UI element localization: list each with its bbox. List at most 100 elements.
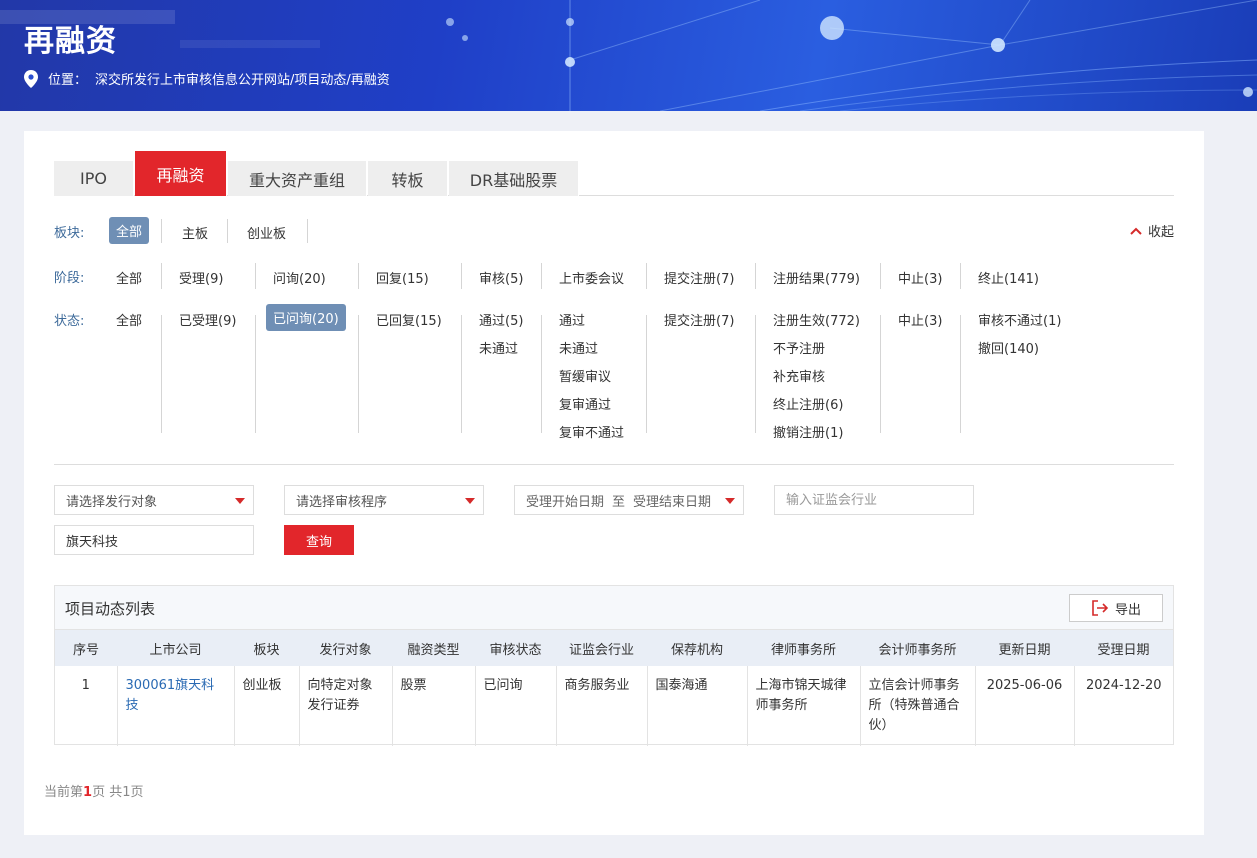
divider: [358, 315, 359, 433]
export-button[interactable]: 导出: [1069, 594, 1163, 622]
tab-refinancing[interactable]: 再融资: [135, 151, 227, 196]
issue-target-select-text: 请选择发行对象: [66, 494, 158, 510]
page-banner: 再融资 位置： 深交所发行上市审核信息公开网站/项目动态/再融资: [0, 0, 1257, 111]
review-procedure-select[interactable]: 请选择审核程序: [284, 485, 484, 515]
page-title: 再融资: [24, 24, 117, 59]
pager-current-page: 1: [83, 785, 93, 800]
date-end: 受理结束日期: [633, 494, 712, 510]
status-option-registration-revoked[interactable]: 撤销注册(1): [773, 422, 843, 441]
cell-finance-type: 股票: [392, 666, 476, 746]
status-option-replied[interactable]: 已回复(15): [376, 310, 442, 329]
caret-down-icon: [725, 498, 735, 504]
stage-option-terminated[interactable]: 终止(141): [978, 268, 1039, 287]
issue-target-select[interactable]: 请选择发行对象: [54, 485, 254, 515]
status-option-submit-registration[interactable]: 提交注册(7): [664, 310, 734, 329]
status-option-committee-passed[interactable]: 通过: [559, 310, 585, 329]
col-header-no: 序号: [55, 630, 117, 666]
query-button[interactable]: 查询: [284, 525, 354, 555]
stage-option-accepted[interactable]: 受理(9): [179, 268, 223, 287]
divider: [960, 315, 961, 433]
status-option-not-passed[interactable]: 未通过: [479, 338, 518, 357]
status-option-passed[interactable]: 通过(5): [479, 310, 523, 329]
export-icon: [1092, 600, 1109, 616]
stage-option-suspended[interactable]: 中止(3): [898, 268, 942, 287]
stage-filter-label: 阶段:: [54, 271, 85, 286]
stage-option-registration-result[interactable]: 注册结果(779): [773, 268, 860, 287]
project-list: 项目动态列表 导出 序号 上市公司 板块 发行对象 融资类型 审核状态 证监会行…: [54, 585, 1174, 746]
col-header-finance-type: 融资类型: [392, 630, 475, 666]
stage-option-all[interactable]: 全部: [116, 268, 142, 287]
cell-law-firm: 上海市锦天城律师事务所: [747, 666, 861, 746]
status-option-suspended[interactable]: 中止(3): [898, 310, 942, 329]
status-option-deferred[interactable]: 暂缓审议: [559, 366, 611, 385]
status-option-reexam-not-passed[interactable]: 复审不通过: [559, 422, 624, 441]
board-option-chinext[interactable]: 创业板: [247, 223, 286, 242]
pagination-info: 当前第1页 共1页: [44, 781, 144, 800]
industry-input[interactable]: [774, 485, 974, 515]
breadcrumb-label: 位置：: [48, 73, 88, 88]
pager-prefix: 当前第: [44, 785, 84, 800]
collapse-button[interactable]: 收起: [1130, 221, 1174, 240]
cell-accounting-firm: 立信会计师事务所（特殊普通合伙）: [860, 666, 976, 746]
status-option-inquired[interactable]: 已问询(20): [266, 304, 346, 331]
status-option-registration-terminated[interactable]: 终止注册(6): [773, 394, 843, 413]
status-filter-label: 状态:: [54, 314, 85, 329]
cell-update-date: 2025-06-06: [975, 666, 1075, 746]
divider: [461, 315, 462, 433]
divider: [255, 315, 256, 433]
stage-option-listing-committee[interactable]: 上市委会议: [559, 268, 624, 287]
chevron-up-icon: [1130, 227, 1142, 235]
banner-decoration: [0, 0, 1257, 111]
table-row: 1 300061旗天科技 创业板 向特定对象发行证券 股票 已问询 商务服务业 …: [55, 666, 1173, 746]
status-option-committee-not-passed[interactable]: 未通过: [559, 338, 598, 357]
board-option-all[interactable]: 全部: [109, 217, 150, 244]
divider: [307, 219, 308, 243]
keyword-input[interactable]: [54, 525, 254, 555]
pager-mid: 页 共: [92, 785, 123, 800]
divider: [755, 263, 756, 289]
tab-dr-stock[interactable]: DR基础股票: [449, 161, 579, 196]
tab-ipo[interactable]: IPO: [54, 161, 134, 196]
section-divider: [54, 464, 1174, 465]
cell-target: 向特定对象发行证券: [299, 666, 393, 746]
collapse-label: 收起: [1147, 225, 1174, 240]
cell-board: 创业板: [234, 666, 300, 746]
cell-no: 1: [55, 666, 118, 746]
status-option-accepted[interactable]: 已受理(9): [179, 310, 236, 329]
board-option-main[interactable]: 主板: [182, 223, 208, 242]
list-header: 项目动态列表 导出: [55, 586, 1173, 630]
status-option-review-failed[interactable]: 审核不通过(1): [978, 310, 1061, 329]
cell-accept-date: 2024-12-20: [1085, 678, 1162, 693]
tab-major-asset-restructuring[interactable]: 重大资产重组: [228, 161, 367, 196]
divider: [161, 219, 162, 243]
project-table: 序号 上市公司 板块 发行对象 融资类型 审核状态 证监会行业 保荐机构 律师事…: [55, 630, 1173, 746]
tab-bar: IPO 再融资 重大资产重组 转板 DR基础股票: [54, 151, 1174, 196]
status-option-registration-effective[interactable]: 注册生效(772): [773, 310, 860, 329]
stage-option-reply[interactable]: 回复(15): [376, 268, 429, 287]
table-header-row: 序号 上市公司 板块 发行对象 融资类型 审核状态 证监会行业 保荐机构 律师事…: [55, 630, 1173, 666]
col-header-update-date: 更新日期: [975, 630, 1074, 666]
col-header-law-firm: 律师事务所: [747, 630, 860, 666]
col-header-board: 板块: [234, 630, 299, 666]
divider: [227, 219, 228, 243]
breadcrumb-path[interactable]: 深交所发行上市审核信息公开网站/项目动态/再融资: [95, 69, 390, 88]
status-option-registration-denied[interactable]: 不予注册: [773, 338, 825, 357]
status-option-supplementary-review[interactable]: 补充审核: [773, 366, 825, 385]
status-option-reexam-passed[interactable]: 复审通过: [559, 394, 611, 413]
divider: [358, 263, 359, 289]
stage-option-submit-registration[interactable]: 提交注册(7): [664, 268, 734, 287]
cell-industry: 商务服务业: [556, 666, 648, 746]
company-link[interactable]: 300061旗天科技: [126, 678, 215, 713]
stage-option-inquiry[interactable]: 问询(20): [273, 268, 326, 287]
board-filter-label: 板块:: [54, 226, 85, 241]
stage-option-review[interactable]: 审核(5): [479, 268, 523, 287]
col-header-accept-date: 受理日期: [1074, 630, 1173, 666]
divider: [161, 315, 162, 433]
tab-board-transfer[interactable]: 转板: [368, 161, 448, 196]
status-option-all[interactable]: 全部: [116, 310, 142, 329]
cell-company: 300061旗天科技: [117, 666, 235, 746]
divider: [161, 263, 162, 289]
date-range-picker[interactable]: 受理开始日期 至 受理结束日期: [514, 485, 744, 515]
status-option-withdrawn[interactable]: 撤回(140): [978, 338, 1039, 357]
caret-down-icon: [465, 498, 475, 504]
